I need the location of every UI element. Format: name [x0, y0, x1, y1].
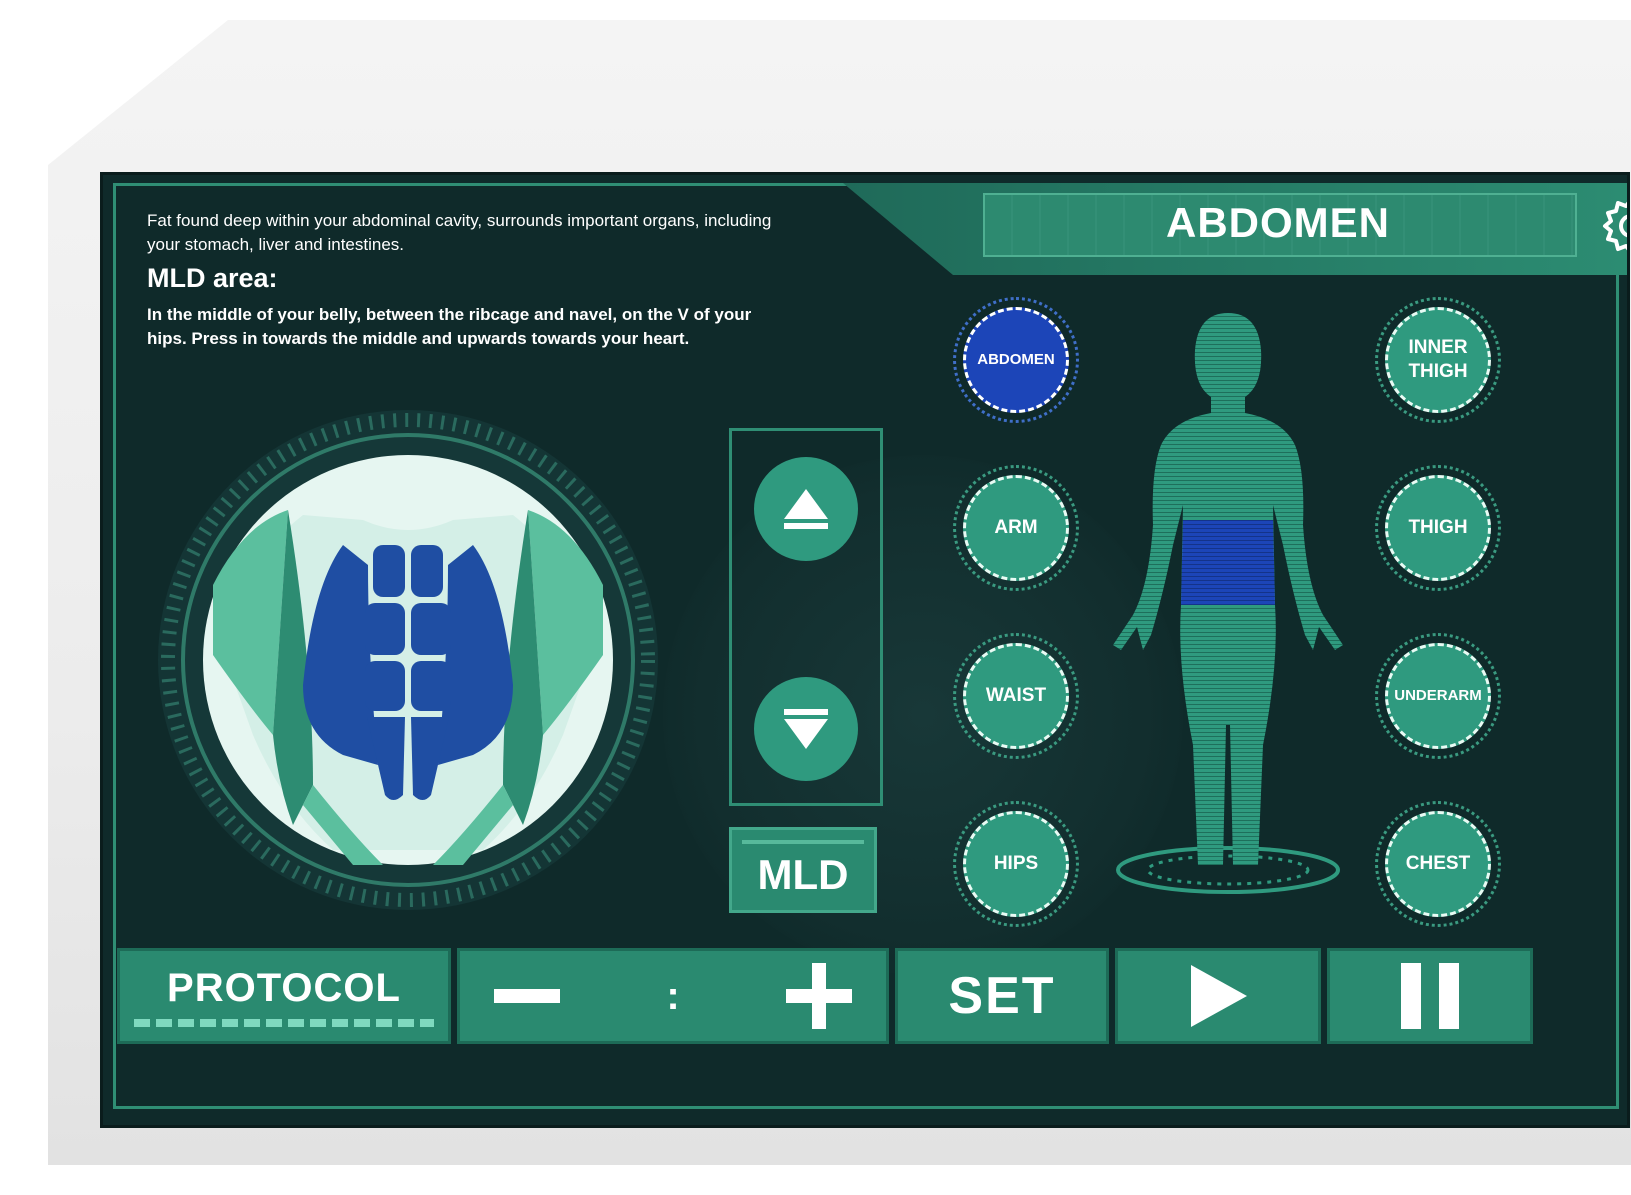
- zone-button-abdomen[interactable]: ABDOMEN: [953, 297, 1079, 423]
- zone-button-inner-thigh[interactable]: INNER THIGH: [1375, 297, 1501, 423]
- time-adjust-panel: :: [457, 948, 889, 1044]
- set-button[interactable]: SET: [895, 948, 1109, 1044]
- minus-icon[interactable]: [494, 989, 560, 1003]
- time-separator: :: [666, 973, 680, 1018]
- zone-label: WAIST: [985, 685, 1047, 706]
- decrease-button[interactable]: [754, 677, 858, 781]
- intensity-panel: [729, 428, 883, 806]
- touch-screen: ABDOMEN Fat found deep within your abdom…: [100, 172, 1630, 1128]
- zone-button-waist[interactable]: WAIST: [953, 633, 1079, 759]
- zone-label: ABDOMEN: [977, 351, 1055, 368]
- gear-icon[interactable]: [1598, 193, 1627, 259]
- mld-description: In the middle of your belly, between the…: [147, 305, 752, 348]
- zone-label: INNER THIGH: [1408, 337, 1468, 382]
- mld-heading: MLD area:: [147, 263, 278, 293]
- abdomen-illustration: [153, 405, 663, 915]
- mld-button-label: MLD: [757, 851, 849, 898]
- mld-button-accent-line: [742, 840, 864, 844]
- protocol-button[interactable]: PROTOCOL: [117, 948, 451, 1044]
- body-figure: [1093, 305, 1363, 905]
- zone-button-thigh[interactable]: THIGH: [1375, 465, 1501, 591]
- zone-button-hips[interactable]: HIPS: [953, 801, 1079, 927]
- zone-button-chest[interactable]: CHEST: [1375, 801, 1501, 927]
- zone-label: ARM: [994, 517, 1038, 538]
- zone-label: HIPS: [993, 853, 1039, 874]
- mld-button[interactable]: MLD: [729, 827, 877, 913]
- set-label: SET: [948, 967, 1056, 1025]
- triangle-down-icon: [784, 709, 828, 749]
- bottom-toolbar: PROTOCOL : SET: [117, 948, 1617, 1048]
- pause-icon: [1401, 963, 1459, 1029]
- protocol-indicator: [134, 1018, 434, 1027]
- increase-button[interactable]: [754, 457, 858, 561]
- page-title: ABDOMEN: [1166, 199, 1390, 246]
- play-button[interactable]: [1115, 948, 1321, 1044]
- description-text: Fat found deep within your abdominal cav…: [147, 211, 772, 254]
- plus-icon[interactable]: [785, 963, 852, 1029]
- zone-label: CHEST: [1405, 853, 1471, 874]
- protocol-label: PROTOCOL: [167, 965, 401, 1010]
- zone-button-underarm[interactable]: UNDERARM: [1375, 633, 1501, 759]
- play-icon: [1191, 965, 1247, 1027]
- triangle-up-icon: [784, 489, 828, 529]
- zone-label: THIGH: [1408, 517, 1468, 538]
- zone-label: UNDERARM: [1394, 687, 1482, 704]
- zone-button-arm[interactable]: ARM: [953, 465, 1079, 591]
- pause-button[interactable]: [1327, 948, 1533, 1044]
